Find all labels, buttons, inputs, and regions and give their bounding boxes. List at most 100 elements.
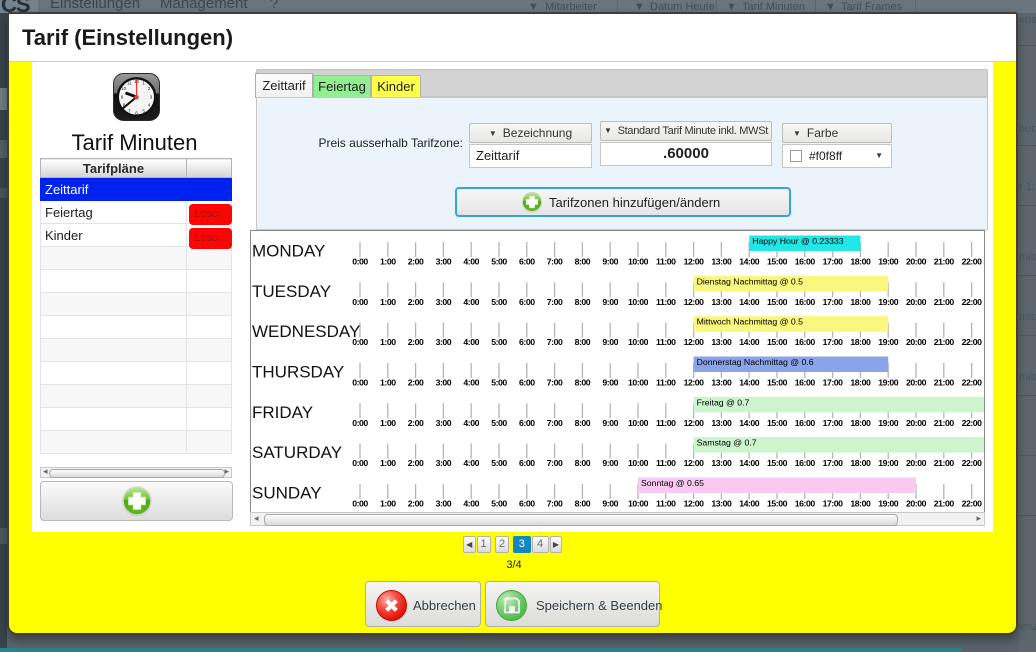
svg-text:FRIDAY: FRIDAY	[252, 403, 313, 422]
svg-text:13:00: 13:00	[711, 418, 732, 428]
svg-text:20:00: 20:00	[906, 499, 927, 509]
svg-text:10:00: 10:00	[628, 257, 649, 267]
svg-text:8:00: 8:00	[575, 418, 591, 428]
svg-text:5:00: 5:00	[491, 499, 507, 509]
svg-text:19:00: 19:00	[878, 378, 899, 388]
svg-text:18:00: 18:00	[850, 337, 871, 347]
svg-text:TUESDAY: TUESDAY	[252, 282, 331, 301]
svg-text:9:00: 9:00	[602, 499, 618, 509]
svg-text:18:00: 18:00	[850, 458, 871, 468]
svg-text:17:00: 17:00	[823, 458, 844, 468]
svg-text:21:00: 21:00	[934, 337, 955, 347]
svg-text:16:00: 16:00	[795, 458, 816, 468]
svg-text:10: 10	[121, 86, 127, 91]
svg-text:3:00: 3:00	[436, 378, 452, 388]
svg-text:8:00: 8:00	[575, 458, 591, 468]
svg-text:2:00: 2:00	[408, 458, 424, 468]
svg-text:16:00: 16:00	[795, 257, 816, 267]
svg-text:7:00: 7:00	[547, 257, 563, 267]
svg-text:14:00: 14:00	[739, 297, 760, 307]
svg-text:11:00: 11:00	[656, 337, 676, 347]
svg-text:11:00: 11:00	[656, 297, 676, 307]
svg-text:14:00: 14:00	[739, 458, 760, 468]
svg-text:2:00: 2:00	[408, 378, 424, 388]
svg-text:SUNDAY: SUNDAY	[252, 484, 322, 503]
svg-text:0:00: 0:00	[352, 257, 368, 267]
svg-text:Sonntag @ 0.65: Sonntag @ 0.65	[641, 478, 704, 488]
svg-text:7:00: 7:00	[547, 297, 563, 307]
svg-text:22:00: 22:00	[962, 378, 983, 388]
svg-text:9:00: 9:00	[602, 257, 618, 267]
svg-text:21:00: 21:00	[934, 499, 955, 509]
svg-text:22:00: 22:00	[962, 418, 983, 428]
svg-text:9:00: 9:00	[602, 458, 618, 468]
svg-text:WEDNESDAY: WEDNESDAY	[252, 322, 360, 341]
svg-text:15:00: 15:00	[767, 458, 788, 468]
svg-text:4:00: 4:00	[463, 418, 479, 428]
svg-text:13:00: 13:00	[711, 378, 732, 388]
svg-text:6:00: 6:00	[519, 297, 535, 307]
svg-text:17:00: 17:00	[823, 418, 844, 428]
svg-text:15:00: 15:00	[767, 378, 788, 388]
svg-text:11:00: 11:00	[656, 418, 676, 428]
svg-text:3:00: 3:00	[436, 418, 452, 428]
svg-text:16:00: 16:00	[795, 337, 816, 347]
svg-text:4:00: 4:00	[463, 378, 479, 388]
svg-text:17:00: 17:00	[823, 337, 844, 347]
svg-text:14:00: 14:00	[739, 337, 760, 347]
svg-text:18:00: 18:00	[850, 378, 871, 388]
svg-text:18:00: 18:00	[850, 418, 871, 428]
svg-text:1: 1	[142, 81, 145, 86]
svg-text:21:00: 21:00	[934, 418, 955, 428]
svg-text:12:00: 12:00	[684, 378, 705, 388]
svg-text:19:00: 19:00	[878, 337, 899, 347]
svg-text:Donnerstag Nachmittag @ 0.6: Donnerstag Nachmittag @ 0.6	[697, 357, 814, 367]
svg-text:4:00: 4:00	[463, 458, 479, 468]
svg-text:1:00: 1:00	[380, 297, 396, 307]
svg-text:10:00: 10:00	[628, 458, 649, 468]
svg-text:21:00: 21:00	[934, 257, 955, 267]
svg-text:7:00: 7:00	[547, 499, 563, 509]
svg-text:19:00: 19:00	[878, 297, 899, 307]
svg-text:7:00: 7:00	[547, 337, 563, 347]
svg-text:22:00: 22:00	[962, 499, 983, 509]
svg-text:1:00: 1:00	[380, 458, 396, 468]
svg-text:0:00: 0:00	[352, 297, 368, 307]
svg-text:21:00: 21:00	[934, 458, 955, 468]
svg-text:20:00: 20:00	[906, 297, 927, 307]
svg-text:5:00: 5:00	[491, 337, 507, 347]
svg-text:17:00: 17:00	[823, 499, 844, 509]
svg-text:12:00: 12:00	[684, 257, 705, 267]
svg-text:2:00: 2:00	[408, 499, 424, 509]
svg-text:13:00: 13:00	[711, 499, 732, 509]
svg-text:Samstag @ 0.7: Samstag @ 0.7	[697, 438, 757, 448]
svg-text:8:00: 8:00	[575, 297, 591, 307]
svg-text:13:00: 13:00	[711, 297, 732, 307]
svg-text:5:00: 5:00	[491, 418, 507, 428]
svg-text:17:00: 17:00	[823, 257, 844, 267]
svg-text:16:00: 16:00	[795, 297, 816, 307]
svg-text:3:00: 3:00	[436, 499, 452, 509]
svg-text:11: 11	[127, 81, 132, 86]
svg-text:9:00: 9:00	[602, 337, 618, 347]
svg-text:MONDAY: MONDAY	[252, 242, 325, 261]
svg-text:5:00: 5:00	[491, 257, 507, 267]
svg-text:22:00: 22:00	[962, 458, 983, 468]
svg-text:15:00: 15:00	[767, 257, 788, 267]
svg-text:21:00: 21:00	[934, 378, 955, 388]
svg-text:8:00: 8:00	[575, 257, 591, 267]
svg-text:6: 6	[135, 111, 138, 116]
svg-text:1:00: 1:00	[380, 378, 396, 388]
svg-text:9:00: 9:00	[602, 418, 618, 428]
svg-text:16:00: 16:00	[795, 378, 816, 388]
svg-text:16:00: 16:00	[795, 418, 816, 428]
svg-text:20:00: 20:00	[906, 337, 927, 347]
svg-text:7:00: 7:00	[547, 378, 563, 388]
svg-text:1:00: 1:00	[380, 337, 396, 347]
svg-text:18:00: 18:00	[850, 297, 871, 307]
svg-text:6:00: 6:00	[519, 257, 535, 267]
svg-text:6:00: 6:00	[519, 458, 535, 468]
svg-text:12:00: 12:00	[684, 458, 705, 468]
svg-text:Happy Hour @ 0.23333: Happy Hour @ 0.23333	[752, 236, 844, 246]
svg-text:3: 3	[150, 95, 153, 100]
